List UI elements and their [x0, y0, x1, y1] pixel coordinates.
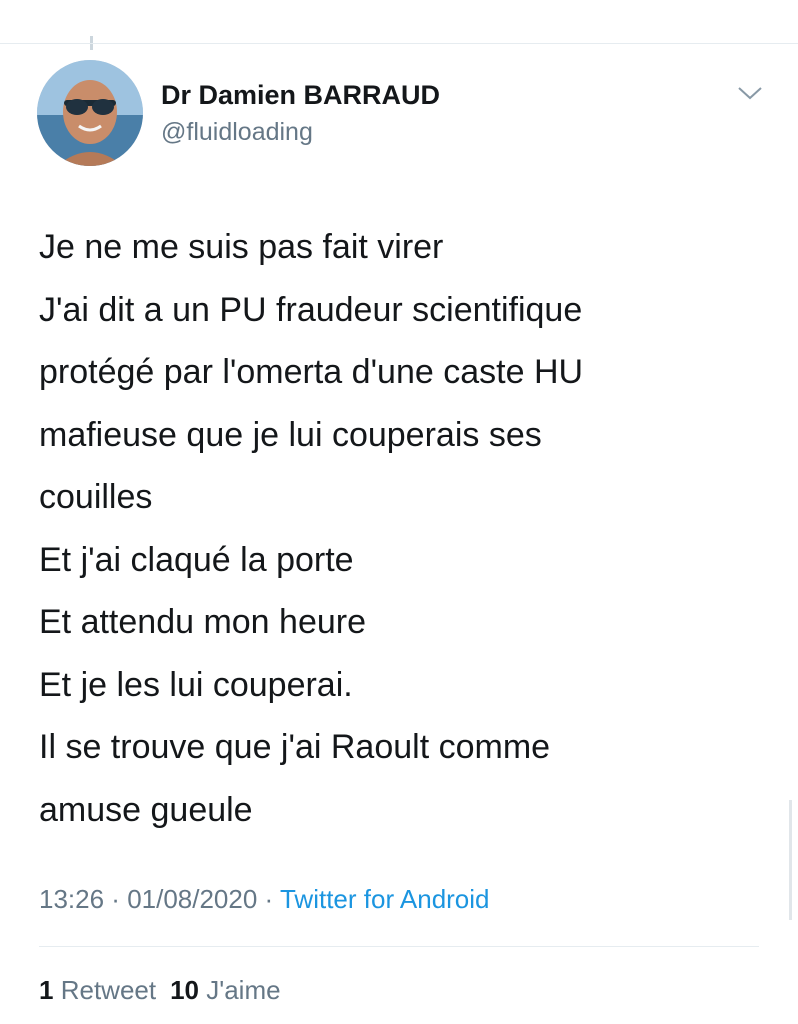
tweet-text-line: Je ne me suis pas fait virer — [39, 228, 444, 266]
like-stat[interactable]: 10 J'aime — [170, 975, 280, 1005]
retweet-count: 1 — [39, 975, 54, 1005]
tweet-date[interactable]: 01/08/2020 — [127, 884, 257, 914]
like-label: J'aime — [206, 975, 281, 1005]
top-divider — [0, 43, 798, 44]
tweet-text-line: Et j'ai claqué la porte — [39, 540, 354, 579]
tweet-text-line: amuse gueule — [39, 790, 253, 829]
tweet-text-line: mafieuse que je lui couperais ses — [39, 415, 542, 454]
scrollbar[interactable] — [789, 800, 792, 920]
meta-separator: · — [104, 884, 128, 914]
tweet-source-link[interactable]: Twitter for Android — [280, 884, 490, 914]
retweet-stat[interactable]: 1 Retweet — [39, 975, 156, 1005]
tweet-metadata: 13:26 · 01/08/2020 · Twitter for Android — [39, 884, 490, 915]
tweet-text-line: Et je les lui couperai. — [39, 665, 353, 704]
stats-divider — [39, 946, 759, 947]
avatar[interactable] — [37, 60, 143, 166]
tweet-text-line: J'ai dit a un PU fraudeur scientifique — [39, 290, 583, 329]
avatar-image — [37, 60, 143, 166]
tweet-text-line: Il se trouve que j'ai Raoult comme — [39, 728, 551, 766]
author-handle[interactable]: @fluidloading — [161, 118, 313, 147]
tweet-time[interactable]: 13:26 — [39, 884, 104, 914]
tweet-text: Je ne me suis pas fait virer J'ai dit a … — [39, 216, 759, 841]
tweet-text-line: protégé par l'omerta d'une caste HU — [39, 353, 584, 391]
tweet-text-line: Et attendu mon heure — [39, 603, 367, 641]
chevron-down-icon[interactable] — [736, 84, 764, 102]
meta-separator: · — [257, 884, 280, 914]
retweet-label: Retweet — [60, 975, 157, 1005]
like-count: 10 — [170, 975, 200, 1005]
tweet-page: Dr Damien BARRAUD @fluidloading Je ne me… — [0, 0, 798, 1024]
tweet-stats: 1 Retweet 10 J'aime — [39, 975, 281, 1006]
author-display-name[interactable]: Dr Damien BARRAUD — [161, 80, 440, 111]
tweet-text-line: couilles — [39, 478, 153, 516]
